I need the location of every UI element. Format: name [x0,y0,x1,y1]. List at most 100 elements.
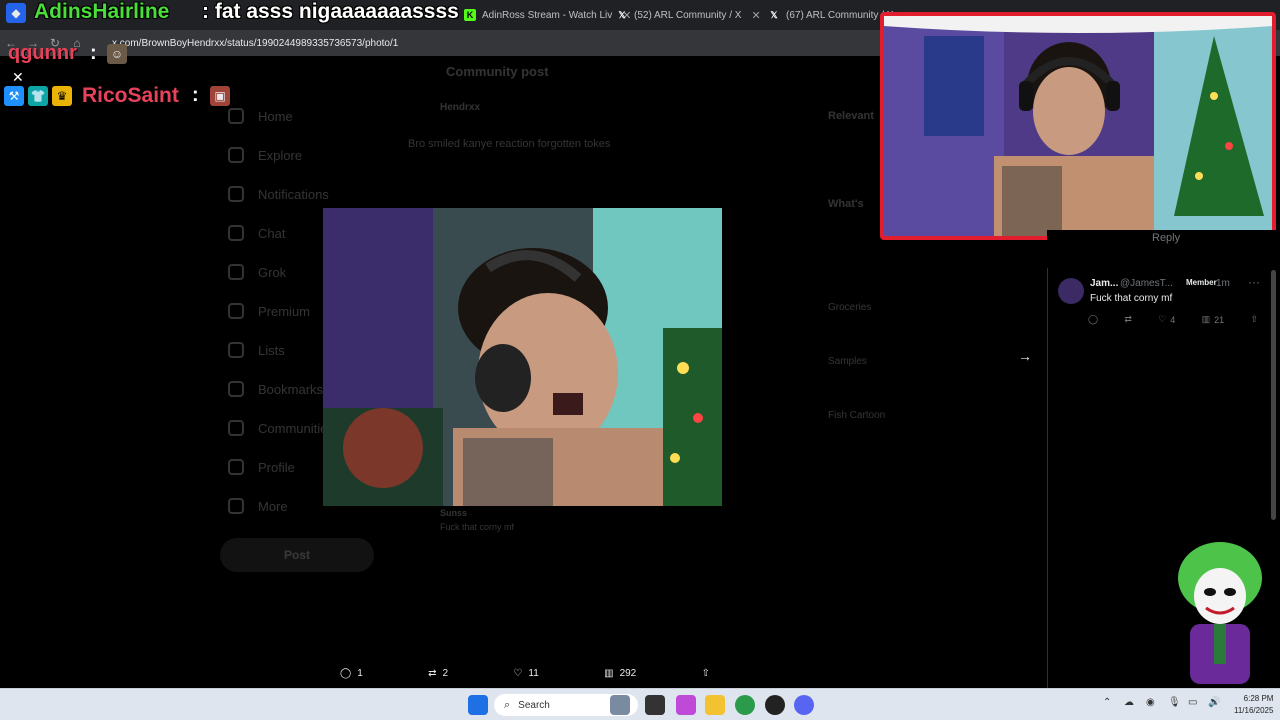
search-label: Search [518,699,550,711]
comment-icon: ◯ [340,667,352,679]
nav-label: More [258,498,288,514]
post-button[interactable]: Post [220,538,374,572]
nav-label: Explore [258,147,303,163]
next-photo-icon[interactable]: → [1018,348,1032,364]
tab-arl-community-1[interactable]: 𝕏 (52) ARL Community / X ✕ [616,4,760,26]
nav-profile[interactable]: Profile [228,459,295,475]
chat-colon: : [192,84,199,106]
view-count: 292 [619,667,637,679]
nav-bookmarks[interactable]: Bookmarks [228,381,323,397]
repost-icon: ⇄ [1124,314,1132,324]
more-icon [228,498,244,514]
chat-colon: : [90,42,97,64]
kick-icon: K [464,9,476,21]
list-icon [228,342,244,358]
chat-icon [228,225,244,241]
views-button[interactable]: ▥ 21 [1202,314,1225,325]
post-author: Hendrxx [440,102,481,113]
share-button[interactable]: ⇧ [702,668,710,679]
nav-grok[interactable]: Grok [228,264,286,280]
repost-icon: ⇄ [428,667,437,679]
widgets-icon[interactable] [610,695,630,715]
url-field[interactable]: x.com/BrownBoyHendrxx/status/19902449893… [112,38,398,49]
nav-label: Notifications [258,186,329,202]
x-icon: 𝕏 [770,9,778,20]
reply-author: Sunss [440,508,468,518]
post-photo[interactable] [323,208,722,506]
task-view-icon[interactable] [645,695,665,715]
nav-home[interactable]: Home [228,108,293,124]
system-clock[interactable]: 6:28 PM 11/16/2025 [1234,693,1273,717]
nav-lists[interactable]: Lists [228,342,285,358]
reply-button[interactable]: Reply [1152,232,1180,244]
whats-happening-heading: What's [828,198,864,210]
reply-name[interactable]: Jam... [1090,278,1118,289]
nav-label: Profile [258,459,295,475]
close-icon[interactable]: ✕ [12,69,24,86]
chat-user-qgunnr: qgunnr [8,42,77,64]
reply-text: Fuck that corny mf [440,522,515,532]
post-text: Bro smiled kanye reaction forgotten toke… [408,138,611,150]
webcam-image [884,16,1272,236]
reply-handle[interactable]: @JamesT... [1120,278,1173,289]
like-button[interactable]: ♡ 4 [1158,314,1175,325]
nav-chat[interactable]: Chat [228,225,285,241]
microphone-icon[interactable]: 🎙 [1168,697,1181,708]
crown-badge-icon: ♛ [52,86,72,106]
views-button[interactable]: ▥ 292 [604,668,636,679]
onedrive-icon[interactable]: ☁ [1124,697,1134,708]
share-button[interactable]: ⇧ [1250,314,1258,325]
nav-explore[interactable]: Explore [228,147,302,163]
nav-premium[interactable]: Premium [228,303,310,319]
app-icon[interactable] [765,695,785,715]
trend-item[interactable]: Fish Cartoon [828,410,885,421]
streamer-webcam [880,12,1276,240]
scrollbar[interactable] [1271,270,1276,520]
like-count: 4 [1170,314,1176,325]
comment-button[interactable]: ◯ 1 [340,668,363,679]
x-icon [228,303,244,319]
photo-action-bar: ◯ 1 ⇄ 2 ♡ 11 ▥ 292 ⇧ [340,662,710,684]
windows-taskbar: ⌕ Search ⌃ ☁ ◉ 🎙 ▭ 🔊 6:28 PM 11/16/2025 [0,688,1280,720]
view-count: 21 [1214,314,1225,325]
discord-icon[interactable] [794,695,814,715]
avatar[interactable] [1058,278,1084,304]
screen: K AdinRoss Stream - Watch Liv ✕ 𝕏 (52) A… [0,0,1280,720]
trend-item[interactable]: Groceries [828,302,871,313]
nav-notifications[interactable]: Notifications [228,186,329,202]
nav-more[interactable]: More [228,498,288,514]
more-icon[interactable]: ··· [1248,275,1260,289]
clock-time: 6:28 PM [1243,694,1274,703]
bell-icon [228,186,244,202]
tab-adinross-stream[interactable]: K AdinRoss Stream - Watch Liv ✕ [464,4,631,26]
repost-button[interactable]: ⇄ [1124,314,1132,325]
tray-app-icon[interactable]: ◉ [1146,697,1155,708]
comment-button[interactable]: ◯ [1088,314,1098,325]
nav-label: Lists [258,342,285,358]
overlay-title-user: AdinsHairline [34,0,170,23]
trend-item[interactable]: Samples [828,356,867,367]
copilot-icon[interactable] [676,695,696,715]
home-icon [228,108,244,124]
like-button[interactable]: ♡ 11 [513,668,538,679]
people-icon [228,420,244,436]
volume-icon[interactable]: 🔊 [1208,697,1220,708]
close-tab-icon[interactable]: ✕ [751,9,760,22]
page-title: Community post [446,64,549,79]
tab-label: AdinRoss Stream - Watch Liv [482,9,613,21]
share-icon: ⇧ [1250,314,1258,324]
nav-label: Grok [258,264,287,280]
tab-label: (67) ARL Community / X [786,9,894,21]
chevron-up-icon[interactable]: ⌃ [1103,697,1111,708]
repost-button[interactable]: ⇄ 2 [428,668,448,679]
relevant-heading: Relevant [828,110,874,122]
nav-communities[interactable]: Communities [228,420,334,436]
windows-start-icon[interactable] [468,695,488,715]
chrome-icon[interactable] [735,695,755,715]
emote-icon: ▣ [210,86,230,106]
member-badge: Member [1186,278,1217,287]
network-icon[interactable]: ▭ [1188,697,1197,708]
x-icon: 𝕏 [618,9,626,20]
file-explorer-icon[interactable] [705,695,725,715]
joker-image [1178,542,1262,684]
